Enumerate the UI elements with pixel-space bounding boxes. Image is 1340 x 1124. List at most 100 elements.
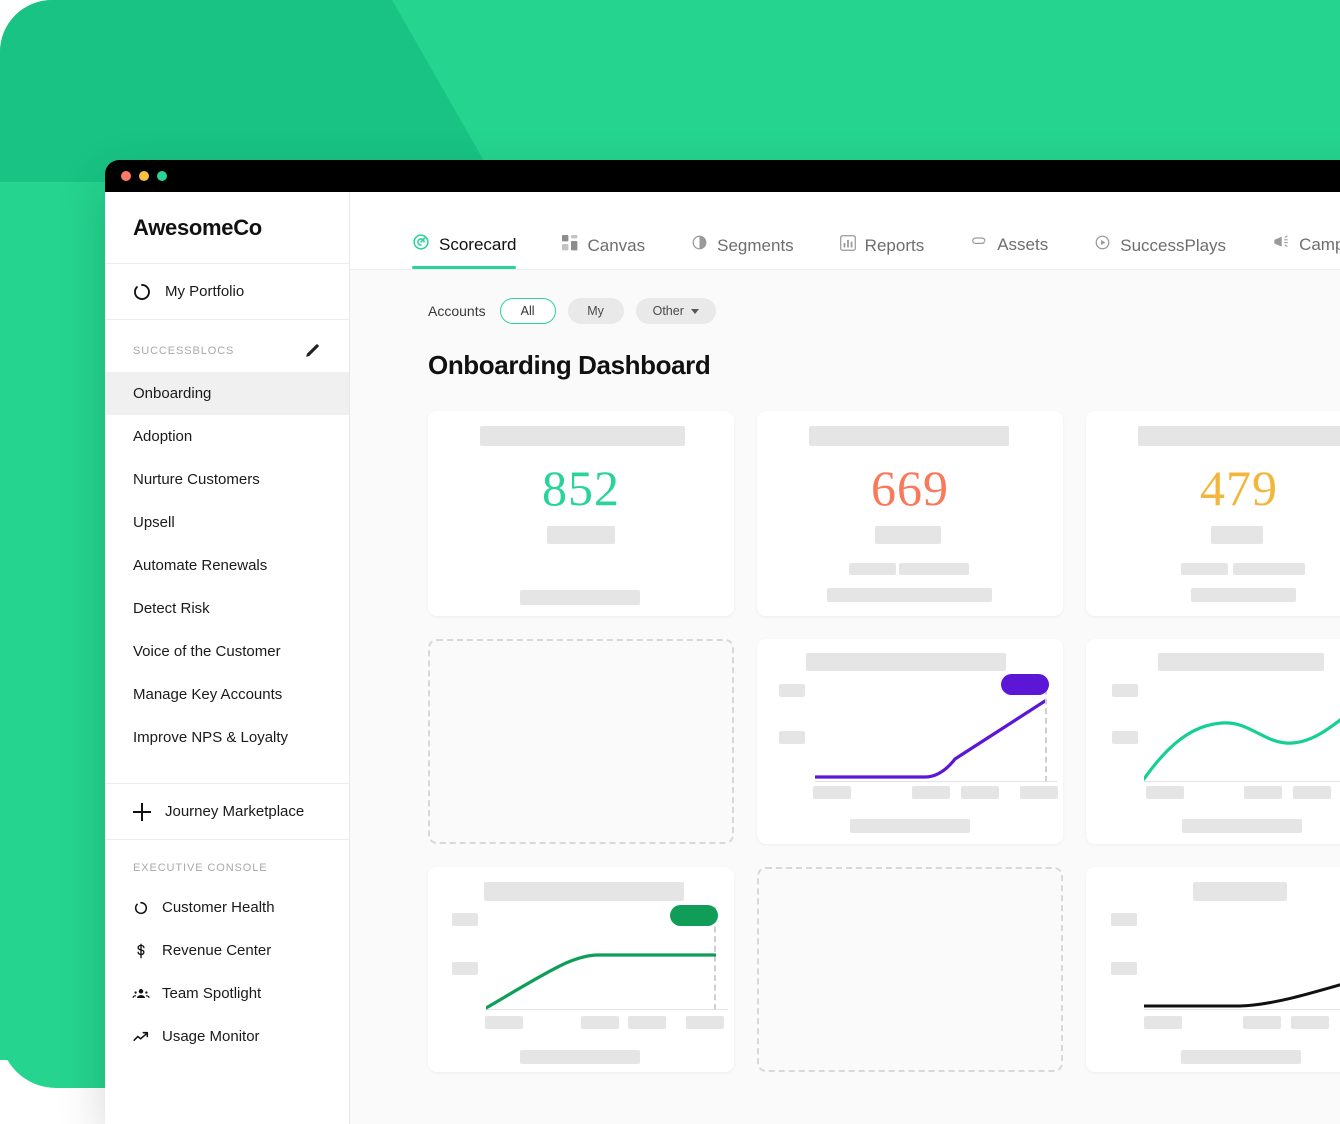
chart-card-green[interactable] [428,867,734,1072]
filter-pill-all[interactable]: All [499,298,556,324]
x-tick-placeholder-1 [485,1016,523,1029]
sidebar-item-voice-of-the-customer[interactable]: Voice of the Customer [105,630,349,673]
sidebar-item-journey-marketplace[interactable]: Journey Marketplace [105,784,349,840]
tab-reports[interactable]: Reports [839,235,925,269]
tab-segments[interactable]: Segments [691,234,794,269]
chart-card-purple[interactable] [757,639,1063,844]
chart-card-mint[interactable] [1086,639,1340,844]
sidebar-item-team-spotlight[interactable]: Team Spotlight [105,972,349,1015]
successblocs-section-title: SUCCESSBLOCS [133,345,235,357]
minimize-icon[interactable] [139,171,149,181]
y-axis-label-placeholder-top [452,913,478,926]
y-axis-label-placeholder-mid [452,962,478,975]
sidebar-item-manage-key-accounts[interactable]: Manage Key Accounts [105,673,349,716]
card-footer-placeholder [827,588,992,602]
pencil-icon[interactable] [303,342,321,360]
x-tick-placeholder-2 [581,1016,619,1029]
filter-pill-label: My [587,304,604,318]
dashboard-card-grid: 852 669 479 [428,411,1340,1072]
card-footer-placeholder [1182,819,1302,833]
brand-logo[interactable]: AwesomeCo [105,192,349,264]
kpi-value: 852 [542,460,620,516]
megaphone-icon [1272,233,1290,256]
sidebar-item-automate-renewals[interactable]: Automate Renewals [105,544,349,587]
kpi-value: 669 [871,460,949,516]
y-axis-label-placeholder-mid [1111,962,1137,975]
chart-card-black[interactable] [1086,867,1340,1072]
x-tick-placeholder-1 [1144,1016,1182,1029]
kpi-card-2[interactable]: 669 [757,411,1063,616]
sidebar-item-onboarding[interactable]: Onboarding [105,372,349,415]
tab-assets[interactable]: Assets [970,233,1048,269]
browser-window: AwesomeCo My Portfolio SUCCESSBLOCS Onbo… [105,160,1340,1124]
tab-scorecard[interactable]: Scorecard [412,233,517,269]
main-area: Scorecard Canvas Segments Reports Assets… [350,192,1340,1124]
ring-icon [132,899,150,917]
portfolio-ring-icon [133,283,151,301]
x-tick-placeholder-1 [1146,786,1184,799]
x-tick-placeholder-3 [628,1016,666,1029]
window-titlebar [105,160,1340,192]
filter-pill-other[interactable]: Other [635,298,716,324]
x-tick-placeholder-1 [813,786,851,799]
y-axis-label-placeholder-mid [1112,731,1138,744]
kpi-card-3[interactable]: 479 [1086,411,1340,616]
close-icon[interactable] [121,171,131,181]
card-footer-placeholder [850,819,970,833]
sidebar-item-label: Usage Monitor [162,1028,260,1045]
sidebar-item-label: Detect Risk [133,600,210,617]
kpi-card-1[interactable]: 852 [428,411,734,616]
tab-canvas[interactable]: Canvas [562,235,645,269]
kpi-subtitle-placeholder [1211,526,1263,544]
empty-widget-slot-2[interactable] [757,867,1063,1072]
card-footer-placeholder [1181,1050,1301,1064]
dashboard-content: Onboarding Dashboard 852 669 479 [350,332,1340,1124]
tab-successplays[interactable]: SuccessPlays [1094,234,1226,269]
sidebar-item-label: Onboarding [133,385,212,402]
x-tick-placeholder-4 [1020,786,1058,799]
card-meta-placeholder-a [849,563,896,575]
card-title-placeholder [1158,653,1324,671]
sidebar-item-adoption[interactable]: Adoption [105,415,349,458]
people-icon [132,985,150,1003]
y-axis-label-placeholder-top [1111,913,1137,926]
maximize-icon[interactable] [157,171,167,181]
card-meta-placeholder-b [1233,563,1305,575]
sidebar: AwesomeCo My Portfolio SUCCESSBLOCS Onbo… [105,192,350,1124]
filter-pill-label: All [520,304,535,318]
app-body: AwesomeCo My Portfolio SUCCESSBLOCS Onbo… [105,192,1340,1124]
sidebar-item-label: Voice of the Customer [133,643,281,660]
empty-widget-slot-1[interactable] [428,639,734,844]
sidebar-item-label: Revenue Center [162,942,272,959]
tab-label: Reports [864,236,925,255]
sidebar-item-customer-health[interactable]: Customer Health [105,886,349,929]
sidebar-item-usage-monitor[interactable]: Usage Monitor [105,1015,349,1058]
x-tick-placeholder-3 [961,786,999,799]
executive-console-section-title: EXECUTIVE CONSOLE [133,862,268,874]
card-meta-placeholder-a [1181,563,1228,575]
tab-label: Campaigns [1299,235,1340,254]
sidebar-item-label: Nurture Customers [133,471,260,488]
sidebar-item-improve-nps-loyalty[interactable]: Improve NPS & Loyalty [105,716,349,759]
sidebar-item-nurture-customers[interactable]: Nurture Customers [105,458,349,501]
sidebar-item-detect-risk[interactable]: Detect Risk [105,587,349,630]
y-axis-label-placeholder-mid [779,731,805,744]
sidebar-item-label: Automate Renewals [133,557,268,574]
x-tick-placeholder-4 [686,1016,724,1029]
chevron-down-icon [690,308,699,314]
x-tick-placeholder-2 [912,786,950,799]
sidebar-item-my-portfolio[interactable]: My Portfolio [105,264,349,320]
filter-pill-my[interactable]: My [567,298,624,324]
sidebar-item-revenue-center[interactable]: Revenue Center [105,929,349,972]
tab-campaigns[interactable]: Campaigns [1272,233,1340,269]
line-chart-black [1144,983,1340,1008]
sidebar-item-label: Upsell [133,514,175,531]
y-axis-label-placeholder-top [779,684,805,697]
trending-up-icon [132,1028,150,1046]
x-tick-placeholder-3 [1293,786,1331,799]
card-title-placeholder [806,653,1006,671]
card-title-placeholder [809,426,1009,446]
bar-chart-icon [839,235,856,256]
accounts-filter-bar: Accounts All My Other [350,270,1340,332]
sidebar-item-upsell[interactable]: Upsell [105,501,349,544]
